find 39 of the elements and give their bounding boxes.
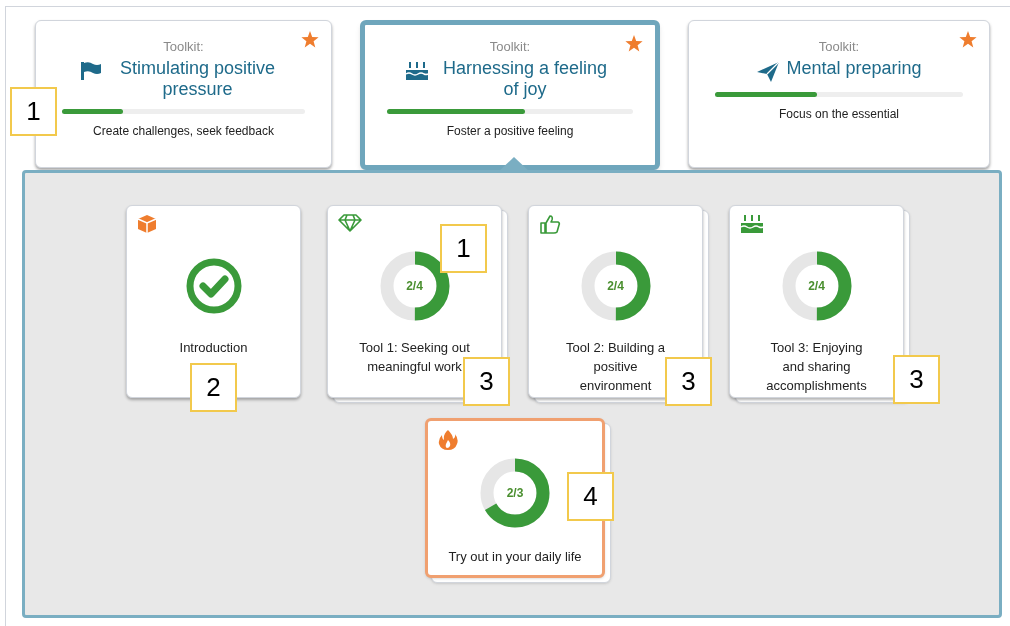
cake-icon [740,214,764,234]
toolkit-card[interactable]: Toolkit: Harnessing a feeling of joy Foster a positive feeling [360,20,660,170]
star-icon [301,31,319,48]
callout-number: 2 [190,363,237,412]
star-icon [959,31,977,48]
tool-title: Introduction [178,339,249,357]
toolkit-label: Toolkit: [163,38,204,56]
flame-icon [438,429,458,451]
toolkit-description: Foster a positive feeling [446,122,574,140]
star-icon [625,35,643,52]
checkmark-icon [185,258,242,314]
callout-number: 1 [10,87,57,136]
callout-number: 3 [665,357,712,406]
paper-plane-icon [756,60,781,83]
toolkit-title: Mental preparing [786,57,922,79]
tool-card[interactable]: 2/4 Tool 3: Enjoying and sharing accomplishments [729,205,904,398]
cake-icon [405,60,429,81]
progress-count: 2/3 [505,485,525,502]
toolkit-label: Toolkit: [818,38,860,56]
callout-number: 4 [567,472,614,521]
flag-icon [79,60,102,81]
callout-number: 3 [893,355,940,404]
thumbs-up-icon [539,214,561,234]
callout-number: 1 [440,224,487,273]
diamond-icon [338,214,362,232]
cube-icon [137,214,157,234]
tool-title: Tool 3: Enjoying and sharing accomplishments [765,339,868,395]
toolkit-description: Focus on the essential [778,105,900,123]
tool-title: Try out in your daily life [447,548,583,566]
toolkit-description: Create challenges, seek feedback [93,122,274,140]
progress-count: 2/4 [807,278,826,295]
toolkit-label: Toolkit: [489,38,531,56]
callout-number: 3 [463,357,510,406]
toolkit-title: Stimulating positive pressure [118,57,277,100]
progress-count: 2/4 [606,278,625,295]
toolkit-title: Harnessing a feeling of joy [441,57,609,100]
toolkit-card[interactable]: Toolkit: Mental preparing Focus on the essential [688,20,990,168]
progress-count: 2/4 [405,278,424,295]
tool-title: Tool 2: Building a positive environment [565,339,666,395]
